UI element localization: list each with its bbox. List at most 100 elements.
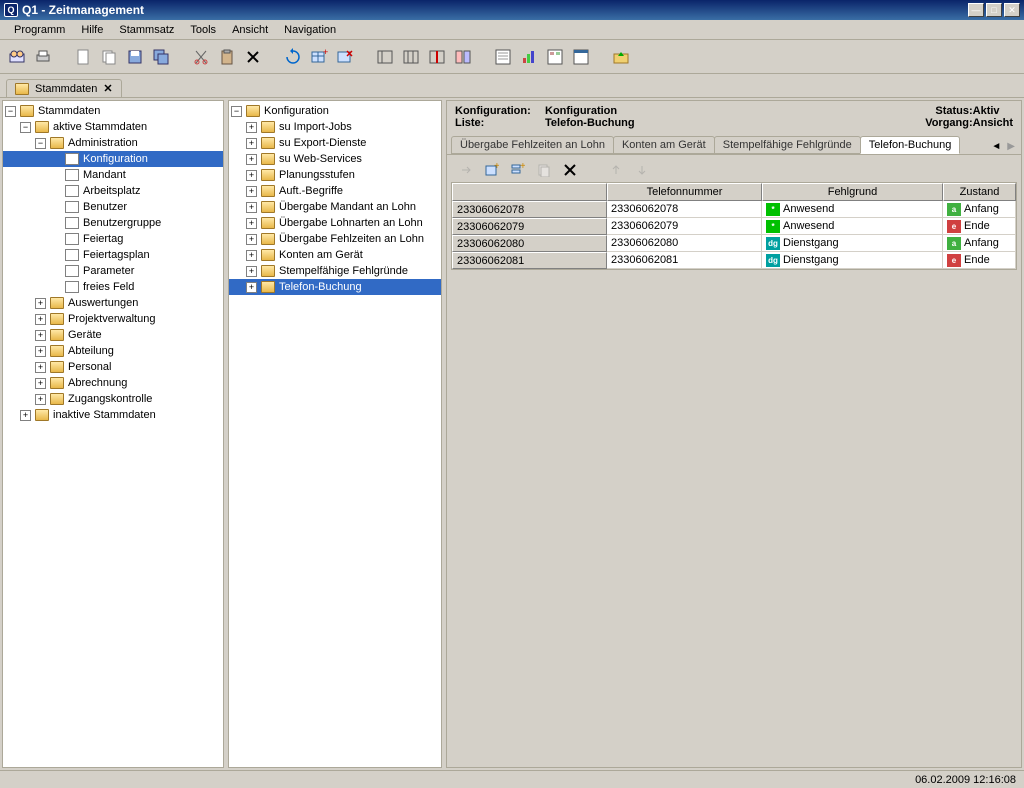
tab-next-icon[interactable]: ▶ bbox=[1005, 141, 1017, 152]
tool-form2-icon[interactable] bbox=[544, 46, 566, 68]
tree2-auft-begriffe[interactable]: +Auft.-Begriffe bbox=[229, 183, 441, 199]
tree-toggle-icon[interactable]: + bbox=[246, 138, 257, 149]
tree-toggle-icon[interactable]: + bbox=[246, 218, 257, 229]
tree-toggle-icon[interactable]: + bbox=[246, 122, 257, 133]
cell-telefonnummer[interactable]: 23306062079 bbox=[607, 218, 762, 235]
tool-new-icon[interactable] bbox=[72, 46, 94, 68]
cell-fehlgrund[interactable]: *Anwesend bbox=[762, 218, 943, 235]
tool-table-remove-icon[interactable] bbox=[334, 46, 356, 68]
menu-programm[interactable]: Programm bbox=[6, 22, 73, 38]
cell-zustand[interactable]: eEnde bbox=[943, 218, 1016, 235]
tree-toggle-icon[interactable]: + bbox=[246, 250, 257, 261]
tree-toggle-icon[interactable]: + bbox=[20, 410, 31, 421]
tree-toggle-icon[interactable]: + bbox=[35, 378, 46, 389]
tree1-aktive-stammdaten[interactable]: −aktive Stammdaten bbox=[3, 119, 223, 135]
tree1-admin-feiertag[interactable]: Feiertag bbox=[3, 231, 223, 247]
menu-tools[interactable]: Tools bbox=[182, 22, 224, 38]
ct-down-icon[interactable] bbox=[633, 161, 651, 179]
tree-toggle-icon[interactable]: − bbox=[35, 138, 46, 149]
tool-view1-icon[interactable] bbox=[374, 46, 396, 68]
menu-hilfe[interactable]: Hilfe bbox=[73, 22, 111, 38]
tree-toggle-icon[interactable]: − bbox=[231, 106, 242, 117]
grid-col-0[interactable] bbox=[452, 183, 607, 201]
ct-add-multi-icon[interactable]: + bbox=[509, 161, 527, 179]
tool-form1-icon[interactable] bbox=[492, 46, 514, 68]
tree-toggle-icon[interactable]: + bbox=[246, 170, 257, 181]
tree1-admin-feiertagsplan[interactable]: Feiertagsplan bbox=[3, 247, 223, 263]
tree-toggle-icon[interactable]: − bbox=[20, 122, 31, 133]
table-row[interactable]: 2330606208123306062081dgDienstgangeEnde bbox=[452, 252, 1016, 269]
tree2-stempelf-hige-fehlgr-nde[interactable]: +Stempelfähige Fehlgründe bbox=[229, 263, 441, 279]
tree2-konten-am-ger-t[interactable]: +Konten am Gerät bbox=[229, 247, 441, 263]
tree1-administration[interactable]: −Administration bbox=[3, 135, 223, 151]
ct-up-icon[interactable] bbox=[607, 161, 625, 179]
tree-toggle-icon[interactable]: + bbox=[246, 234, 257, 245]
tree1-abrechnung[interactable]: +Abrechnung bbox=[3, 375, 223, 391]
tree2--bergabe-lohnarten-an-lohn[interactable]: +Übergabe Lohnarten an Lohn bbox=[229, 215, 441, 231]
grid-col-zustand[interactable]: Zustand bbox=[943, 183, 1016, 201]
cell-zustand[interactable]: aAnfang bbox=[943, 235, 1016, 252]
maximize-button[interactable]: □ bbox=[986, 3, 1002, 17]
tree-toggle-icon[interactable]: + bbox=[35, 298, 46, 309]
tree1-admin-benutzer[interactable]: Benutzer bbox=[3, 199, 223, 215]
tree2-su-export-dienste[interactable]: +su Export-Dienste bbox=[229, 135, 441, 151]
tool-view4-icon[interactable] bbox=[452, 46, 474, 68]
tree2-su-import-jobs[interactable]: +su Import-Jobs bbox=[229, 119, 441, 135]
tool-chart-icon[interactable] bbox=[518, 46, 540, 68]
tree1-admin-arbeitsplatz[interactable]: Arbeitsplatz bbox=[3, 183, 223, 199]
tree1-personal[interactable]: +Personal bbox=[3, 359, 223, 375]
tool-folder-up-icon[interactable] bbox=[610, 46, 632, 68]
close-button[interactable]: ✕ bbox=[1004, 3, 1020, 17]
tree2-konfiguration[interactable]: −Konfiguration bbox=[229, 103, 441, 119]
tree-toggle-icon[interactable]: + bbox=[246, 282, 257, 293]
tree1-admin-konfiguration[interactable]: Konfiguration bbox=[3, 151, 223, 167]
tree-toggle-icon[interactable]: + bbox=[246, 202, 257, 213]
tab-prev-icon[interactable]: ◄ bbox=[989, 141, 1003, 152]
tree1-zugangskontrolle[interactable]: +Zugangskontrolle bbox=[3, 391, 223, 407]
tool-copy-icon[interactable] bbox=[98, 46, 120, 68]
tool-save-icon[interactable] bbox=[124, 46, 146, 68]
table-row[interactable]: 2330606207823306062078*AnwesendaAnfang bbox=[452, 201, 1016, 218]
tool-form3-icon[interactable] bbox=[570, 46, 592, 68]
tree2-telefon-buchung[interactable]: +Telefon-Buchung bbox=[229, 279, 441, 295]
cell-fehlgrund[interactable]: *Anwesend bbox=[762, 201, 943, 218]
grid-col-telefonnummer[interactable]: Telefonnummer bbox=[607, 183, 762, 201]
tool-delete-icon[interactable] bbox=[242, 46, 264, 68]
tree1-stammdaten[interactable]: −Stammdaten bbox=[3, 103, 223, 119]
cell-telefonnummer[interactable]: 23306062081 bbox=[607, 252, 762, 269]
tree1-geräte[interactable]: +Geräte bbox=[3, 327, 223, 343]
cell-telefonnummer[interactable]: 23306062080 bbox=[607, 235, 762, 252]
tree2--bergabe-fehlzeiten-an-lohn[interactable]: +Übergabe Fehlzeiten an Lohn bbox=[229, 231, 441, 247]
tree2-planungsstufen[interactable]: +Planungsstufen bbox=[229, 167, 441, 183]
tree1-admin-parameter[interactable]: Parameter bbox=[3, 263, 223, 279]
grid-col-fehlgrund[interactable]: Fehlgrund bbox=[762, 183, 943, 201]
ct-delete-icon[interactable] bbox=[561, 161, 579, 179]
tree-toggle-icon[interactable]: + bbox=[35, 394, 46, 405]
cell-telefonnummer[interactable]: 23306062078 bbox=[607, 201, 762, 218]
tree1-admin-mandant[interactable]: Mandant bbox=[3, 167, 223, 183]
cell-zustand[interactable]: eEnde bbox=[943, 252, 1016, 269]
tool-refresh-icon[interactable] bbox=[282, 46, 304, 68]
tree-toggle-icon[interactable]: + bbox=[35, 330, 46, 341]
tree-toggle-icon[interactable]: + bbox=[246, 186, 257, 197]
menu-ansicht[interactable]: Ansicht bbox=[224, 22, 276, 38]
cell-fehlgrund[interactable]: dgDienstgang bbox=[762, 235, 943, 252]
tree1-projektverwaltung[interactable]: +Projektverwaltung bbox=[3, 311, 223, 327]
tool-cut-icon[interactable] bbox=[190, 46, 212, 68]
cell-fehlgrund[interactable]: dgDienstgang bbox=[762, 252, 943, 269]
table-row[interactable]: 2330606208023306062080dgDienstgangaAnfan… bbox=[452, 235, 1016, 252]
tree1-admin-freies-feld[interactable]: freies Feld bbox=[3, 279, 223, 295]
tree-toggle-icon[interactable]: + bbox=[246, 154, 257, 165]
tree-toggle-icon[interactable]: + bbox=[246, 266, 257, 277]
tree1-inaktive-stammdaten[interactable]: +inaktive Stammdaten bbox=[3, 407, 223, 423]
ct-forward-icon[interactable] bbox=[457, 161, 475, 179]
doc-tab-stammdaten[interactable]: Stammdaten ✕ bbox=[6, 79, 122, 97]
tool-view3-icon[interactable] bbox=[426, 46, 448, 68]
tool-print-icon[interactable] bbox=[32, 46, 54, 68]
tree1-admin-benutzergruppe[interactable]: Benutzergruppe bbox=[3, 215, 223, 231]
tool-view2-icon[interactable] bbox=[400, 46, 422, 68]
cell-zustand[interactable]: aAnfang bbox=[943, 201, 1016, 218]
tab-konten-am-geraet[interactable]: Konten am Gerät bbox=[613, 136, 715, 154]
tree-toggle-icon[interactable]: + bbox=[35, 314, 46, 325]
tree1-auswertungen[interactable]: +Auswertungen bbox=[3, 295, 223, 311]
